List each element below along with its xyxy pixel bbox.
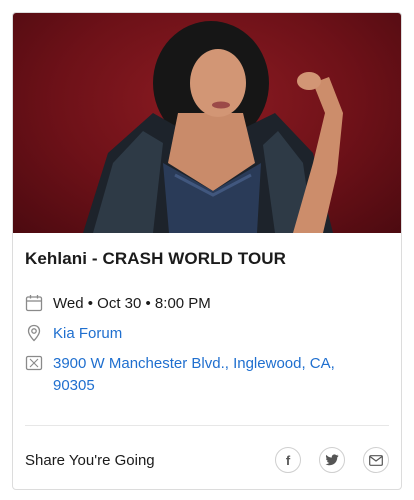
calendar-icon (25, 295, 43, 312)
map-icon (25, 355, 43, 371)
venue-link[interactable]: Kia Forum (53, 323, 122, 345)
event-hero-image[interactable] (13, 13, 401, 233)
artist-photo (83, 21, 343, 233)
email-share-button[interactable] (363, 447, 389, 473)
divider (25, 425, 389, 426)
location-pin-icon (27, 324, 41, 342)
share-label: Share You're Going (25, 452, 155, 469)
facebook-share-button[interactable]: f (275, 447, 301, 473)
event-card: Kehlani - CRASH WORLD TOUR Wed • Oct 30 … (12, 12, 402, 490)
event-address-row: 3900 W Manchester Blvd., Inglewood, CA, … (25, 353, 353, 397)
event-date-row: Wed • Oct 30 • 8:00 PM (25, 293, 211, 315)
event-venue-row: Kia Forum (25, 323, 122, 345)
twitter-icon (325, 454, 339, 466)
envelope-icon (369, 454, 383, 466)
event-date-time: Wed • Oct 30 • 8:00 PM (53, 295, 211, 312)
event-title: Kehlani - CRASH WORLD TOUR (25, 249, 287, 268)
twitter-share-button[interactable] (319, 447, 345, 473)
address-link[interactable]: 3900 W Manchester Blvd., Inglewood, CA, … (53, 353, 353, 397)
facebook-icon: f (285, 452, 291, 468)
